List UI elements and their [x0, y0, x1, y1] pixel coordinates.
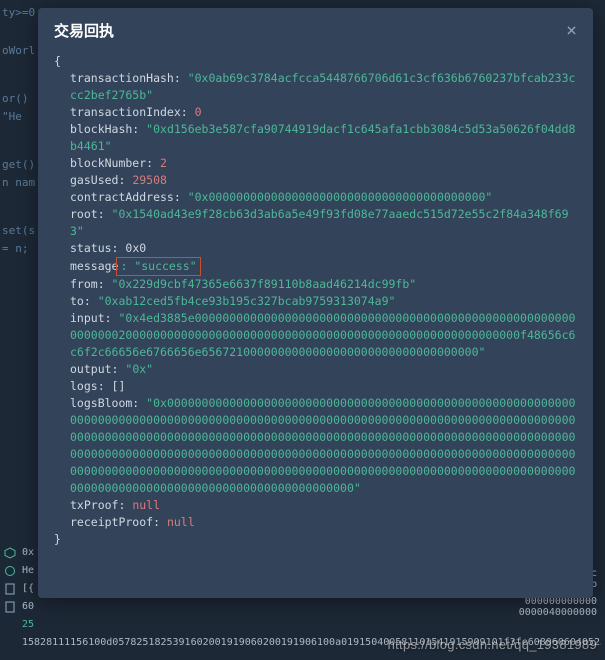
field-transactionHash: transactionHash: "0x0ab69c3784acfcca5448… — [54, 70, 577, 104]
receipt-json-body: { transactionHash: "0x0ab69c3784acfcca54… — [38, 53, 593, 598]
close-icon[interactable]: × — [566, 22, 577, 40]
brace-close: } — [54, 531, 577, 548]
transaction-receipt-modal: 交易回执 × { transactionHash: "0x0ab69c3784a… — [38, 8, 593, 598]
field-from: from: "0x229d9cbf47365e6637f89110b8aad46… — [54, 276, 577, 293]
field-logsBloom: logsBloom: "0x00000000000000000000000000… — [54, 395, 577, 497]
cube-icon — [4, 547, 16, 559]
modal-title: 交易回执 — [54, 20, 114, 41]
circle-icon — [4, 565, 16, 577]
field-txProof: txProof: null — [54, 497, 577, 514]
watermark-text: https://blog.csdn.net/qq_19381989 — [388, 637, 597, 652]
field-gasUsed: gasUsed: 29508 — [54, 172, 577, 189]
modal-header: 交易回执 × — [38, 8, 593, 53]
doc-icon — [4, 601, 16, 613]
doc-icon — [4, 583, 16, 595]
field-message: message: "success" — [54, 257, 577, 276]
field-status: status: 0x0 — [54, 240, 577, 257]
field-blockHash: blockHash: "0xd156eb3e587cfa90744919dacf… — [54, 121, 577, 155]
field-logs: logs: [] — [54, 378, 577, 395]
brace-open: { — [54, 53, 577, 70]
field-contractAddress: contractAddress: "0x00000000000000000000… — [54, 189, 577, 206]
message-highlight-box: : "success" — [116, 257, 200, 276]
field-output: output: "0x" — [54, 361, 577, 378]
field-input: input: "0x4ed3885e0000000000000000000000… — [54, 310, 577, 361]
field-root: root: "0x1540ad43e9f28cb63d3ab6a5e49f93f… — [54, 206, 577, 240]
field-to: to: "0xab12ced5fb4ce93b195c327bcab975931… — [54, 293, 577, 310]
field-blockNumber: blockNumber: 2 — [54, 155, 577, 172]
field-receiptProof: receiptProof: null — [54, 514, 577, 531]
field-transactionIndex: transactionIndex: 0 — [54, 104, 577, 121]
